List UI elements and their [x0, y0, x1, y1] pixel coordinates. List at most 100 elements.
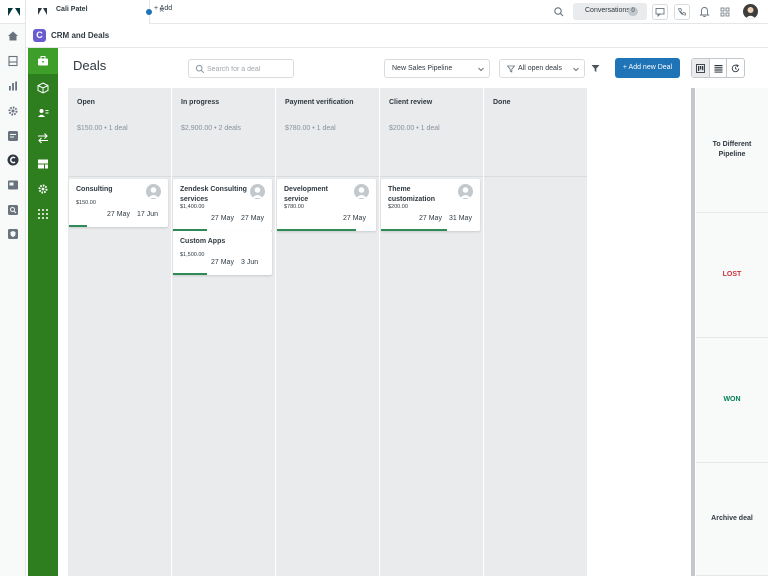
chat-app-icon[interactable]	[7, 130, 19, 142]
chat-button[interactable]	[652, 4, 668, 20]
admin-gear-icon[interactable]	[7, 105, 19, 117]
avatar-person-icon	[745, 7, 756, 19]
shield-app-icon[interactable]	[7, 228, 19, 240]
deal-card[interactable]: Theme customization $200.00 27 May 31 May	[381, 179, 480, 231]
grid-dots-icon[interactable]	[37, 208, 49, 220]
conversations-button[interactable]: Conversations 0	[573, 3, 647, 20]
drop-zone-archive[interactable]: Archive deal	[696, 463, 768, 576]
crm-app-icon[interactable]	[7, 154, 19, 166]
deal-card[interactable]: Consulting $150.00 27 May 17 Jun	[69, 179, 168, 227]
drop-zone-label: To Different Pipeline	[712, 141, 752, 158]
pipeline-select-value: New Sales Pipeline	[392, 65, 453, 72]
deal-card[interactable]: Zendesk Consulting services $1,400.00 27 M…	[173, 179, 272, 231]
list-view-button[interactable]	[710, 59, 728, 77]
column-divider	[484, 176, 587, 177]
nav-deals[interactable]	[28, 48, 58, 74]
search-input[interactable]	[207, 63, 289, 75]
filter-icon[interactable]	[591, 64, 600, 73]
column-title: Client review	[389, 99, 433, 106]
page-title: Deals	[73, 58, 107, 73]
board-view-button[interactable]	[692, 59, 710, 77]
deal-card[interactable]: Development service $780.00 27 May	[277, 179, 376, 231]
user-avatar[interactable]	[743, 4, 758, 19]
column-title: Payment verification	[285, 99, 354, 106]
app-title: CRM and Deals	[51, 31, 110, 40]
deal-progress-bar	[173, 273, 207, 275]
pipeline-column: In progress $2,900.00 • 2 deals Zendesk Co…	[172, 88, 275, 576]
pipeline-column: Payment verification $780.00 • 1 deal Deve…	[276, 88, 379, 576]
column-divider	[380, 176, 483, 177]
phone-button[interactable]	[674, 4, 690, 20]
chat-icon	[655, 8, 665, 17]
list-view-icon	[714, 64, 722, 73]
pipeline-select[interactable]: New Sales Pipeline	[384, 59, 490, 78]
column-divider	[172, 176, 275, 177]
conversations-label: Conversations	[585, 7, 630, 14]
column-summary: $200.00 • 1 deal	[389, 125, 440, 132]
transfer-icon[interactable]	[37, 132, 49, 144]
deal-card[interactable]: Custom Apps $1,500.00 27 May 3 Jun	[173, 231, 272, 275]
owner-avatar-icon	[458, 184, 473, 199]
bell-icon[interactable]	[699, 6, 710, 18]
owner-avatar-icon	[250, 184, 265, 199]
deal-close-date: 17 Jun	[137, 211, 159, 218]
drop-zone-label: LOST	[722, 271, 742, 278]
board-view-icon	[695, 63, 705, 73]
zendesk-logo-icon[interactable]	[7, 5, 21, 19]
forecast-view-button[interactable]	[727, 59, 744, 77]
deal-created-date: 27 May	[419, 215, 442, 222]
deal-title: Development service	[284, 186, 328, 203]
crm-logo-icon: C	[33, 29, 46, 42]
drop-zone-lost[interactable]: LOST	[696, 213, 768, 338]
deal-title: Consulting	[76, 186, 113, 193]
column-summary: $780.00 • 1 deal	[285, 125, 336, 132]
reporting-icon[interactable]	[7, 80, 19, 92]
box-icon[interactable]	[37, 82, 49, 94]
home-icon[interactable]	[7, 30, 19, 42]
deal-amount: $150.00	[76, 200, 96, 206]
column-summary: $2,900.00 • 2 deals	[181, 125, 242, 132]
views-icon[interactable]	[7, 55, 19, 67]
deal-filter-value: All open deals	[518, 65, 562, 72]
apps-grid-icon[interactable]	[720, 7, 730, 17]
search-app-icon[interactable]	[7, 204, 19, 216]
search-icon[interactable]	[553, 6, 565, 18]
global-nav	[0, 24, 26, 576]
deal-title: Zendesk Consulting services	[180, 186, 247, 203]
settings-gear-icon[interactable]	[37, 183, 49, 195]
deal-progress-bar	[69, 225, 87, 227]
deal-created-date: 27 May	[107, 211, 130, 218]
briefcase-icon	[38, 56, 48, 66]
deal-filter-select[interactable]: All open deals	[499, 59, 585, 78]
column-title: Open	[77, 99, 95, 106]
drop-zone-pipeline[interactable]: To Different Pipeline	[696, 88, 768, 213]
funnel-icon	[507, 65, 515, 73]
add-tab-button[interactable]: + Add	[154, 5, 172, 12]
deal-progress-bar	[381, 229, 447, 231]
column-divider	[68, 176, 171, 177]
drop-zones: To Different Pipeline LOST WON Archive deal	[691, 88, 768, 576]
deal-amount: $200.00	[388, 204, 408, 210]
ticket-tab[interactable]: Cali Patel ×	[25, 0, 164, 24]
contacts-icon[interactable]	[37, 107, 49, 119]
deal-search	[188, 59, 294, 78]
tab-label: Cali Patel	[56, 6, 88, 13]
owner-avatar-icon	[354, 184, 369, 199]
drop-zone-label: WON	[723, 396, 741, 403]
column-divider	[276, 176, 379, 177]
search-icon	[195, 64, 205, 74]
deal-title: Theme customization	[388, 186, 436, 203]
add-new-deal-button[interactable]: + Add new Deal	[615, 58, 680, 78]
deal-amount: $780.00	[284, 204, 304, 210]
crm-side-nav	[28, 48, 58, 576]
reports-icon[interactable]	[37, 158, 49, 170]
app-header: C CRM and Deals	[26, 24, 768, 48]
user-tab-icon	[38, 8, 47, 15]
drop-zone-won[interactable]: WON	[696, 338, 768, 463]
status-dot-icon	[146, 9, 152, 15]
chevron-down-icon	[478, 67, 484, 72]
app-card-icon[interactable]	[7, 179, 19, 191]
phone-icon	[678, 8, 686, 16]
deal-progress-bar	[277, 229, 356, 231]
deal-close-date: 31 May	[449, 215, 472, 222]
